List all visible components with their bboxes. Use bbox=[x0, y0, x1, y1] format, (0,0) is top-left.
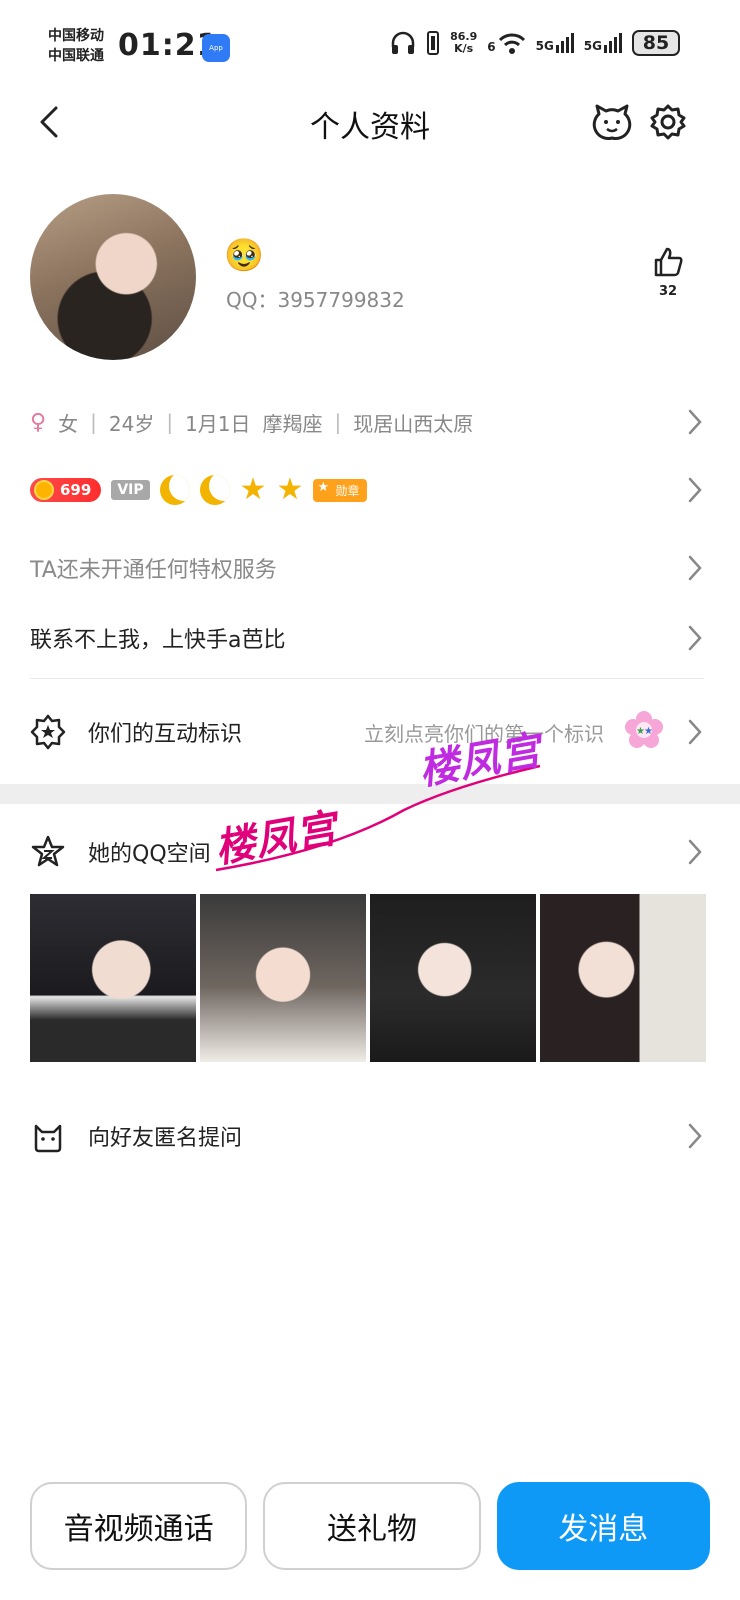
chevron-right-icon bbox=[688, 719, 702, 745]
carrier-names: 中国移动 中国联通 bbox=[48, 26, 104, 66]
anonymous-question-label: 向好友匿名提问 bbox=[88, 1126, 243, 1151]
age: 24岁 bbox=[108, 411, 155, 436]
birthday: 1月1日 bbox=[185, 411, 251, 436]
vip-badge: VIP bbox=[111, 480, 150, 500]
vibrate-icon bbox=[427, 31, 440, 55]
chevron-right-icon bbox=[688, 839, 702, 865]
nav-bar: 个人资料 bbox=[0, 88, 740, 158]
qq-label: QQ： bbox=[226, 288, 278, 312]
zodiac: 摩羯座 bbox=[262, 411, 323, 436]
medal-badge: 勋章 bbox=[313, 478, 368, 502]
gift-button[interactable]: 送礼物 bbox=[263, 1482, 481, 1570]
moon-icon bbox=[159, 475, 190, 505]
like-count: 32 bbox=[658, 284, 678, 299]
level-value: 699 bbox=[60, 481, 92, 499]
wifi-indicator: 6 bbox=[487, 32, 525, 54]
headphones-icon bbox=[391, 31, 415, 54]
signature-row[interactable]: 联系不上我，上快手a芭比 bbox=[30, 616, 704, 660]
interaction-row[interactable]: 你们的互动标识 立刻点亮你们的第一个标识 ★ ★ bbox=[30, 708, 704, 756]
qzone-photo-grid bbox=[30, 894, 706, 1062]
female-icon: ♀ bbox=[30, 409, 47, 435]
signal-2: 5G bbox=[584, 33, 622, 53]
badge-star-icon bbox=[30, 714, 66, 750]
like-button[interactable]: 32 bbox=[646, 246, 690, 299]
privilege-row[interactable]: TA还未开通任何特权服务 bbox=[30, 546, 704, 590]
star-icon: ★ bbox=[239, 472, 267, 507]
thumbs-up-icon bbox=[654, 247, 683, 277]
qzone-star-icon bbox=[31, 835, 65, 867]
gear-icon[interactable] bbox=[648, 102, 688, 142]
chevron-right-icon bbox=[688, 409, 702, 435]
carrier-1: 中国移动 bbox=[48, 28, 104, 44]
cat-face-icon bbox=[34, 1124, 62, 1153]
signal-bars-icon bbox=[604, 33, 622, 53]
sun-coin-icon bbox=[34, 480, 54, 500]
divider bbox=[30, 678, 704, 679]
pet-face-icon[interactable] bbox=[592, 102, 632, 142]
battery-indicator: 85 bbox=[632, 30, 680, 56]
badges: 699 VIP ★ ★ 勋章 bbox=[30, 472, 368, 507]
level-badge: 699 bbox=[30, 478, 102, 502]
send-message-button[interactable]: 发消息 bbox=[496, 1482, 710, 1570]
qq-number-line: QQ：3957799832 bbox=[226, 284, 405, 313]
wifi-icon bbox=[498, 33, 525, 54]
status-emoji: 🥹 bbox=[224, 236, 264, 274]
status-bar: 中国移动 中国联通 01:21 App Market 86.9 K/s 6 5G… bbox=[0, 0, 740, 90]
flower-icon: ★ ★ bbox=[625, 711, 663, 748]
signal-1-label: 5G bbox=[535, 39, 554, 53]
chevron-right-icon bbox=[688, 477, 702, 503]
avatar[interactable] bbox=[30, 194, 196, 360]
badges-row[interactable]: 699 VIP ★ ★ 勋章 bbox=[30, 468, 704, 512]
app-market-icon: App Market bbox=[202, 34, 230, 80]
separator: | bbox=[166, 410, 174, 434]
location: 现居山西太原 bbox=[353, 411, 474, 436]
status-indicators: 86.9 K/s 6 5G 5G 85 bbox=[390, 30, 680, 56]
signal-2-label: 5G bbox=[583, 39, 602, 53]
net-speed-unit: K/s bbox=[454, 42, 474, 55]
qq-number: 3957799832 bbox=[277, 288, 405, 312]
separator: | bbox=[90, 410, 97, 434]
basic-info-row[interactable]: ♀ 女 | 24岁 | 1月1日 摩羯座 | 现居山西太原 bbox=[30, 400, 704, 444]
carrier-2: 中国联通 bbox=[48, 48, 104, 64]
chevron-right-icon bbox=[688, 1123, 702, 1149]
chevron-right-icon bbox=[688, 555, 702, 581]
qzone-label: 她的QQ空间 bbox=[88, 842, 211, 867]
privilege-text: TA还未开通任何特权服务 bbox=[30, 558, 277, 583]
wifi-label: 6 bbox=[487, 40, 496, 54]
net-speed: 86.9 K/s bbox=[450, 31, 477, 55]
call-button[interactable]: 音视频通话 bbox=[30, 1482, 248, 1570]
chevron-right-icon bbox=[688, 625, 702, 651]
qzone-row[interactable]: 她的QQ空间 bbox=[30, 828, 704, 876]
qzone-photo[interactable] bbox=[370, 894, 536, 1062]
qzone-photo[interactable] bbox=[200, 894, 366, 1062]
signal-1: 5G bbox=[536, 33, 574, 53]
gender: 女 bbox=[58, 411, 79, 436]
qzone-photo[interactable] bbox=[30, 894, 196, 1062]
star-icon: ★ bbox=[276, 472, 304, 507]
separator: | bbox=[334, 410, 342, 434]
interaction-label: 你们的互动标识 bbox=[88, 722, 243, 747]
qzone-photo[interactable] bbox=[540, 894, 706, 1062]
signal-bars-icon bbox=[555, 33, 574, 53]
svg-text:★: ★ bbox=[644, 726, 653, 737]
anonymous-question-row[interactable]: 向好友匿名提问 bbox=[30, 1112, 704, 1160]
basic-info: ♀ 女 | 24岁 | 1月1日 摩羯座 | 现居山西太原 bbox=[30, 408, 473, 437]
section-gap bbox=[0, 784, 740, 804]
action-bar: 音视频通话 送礼物 发消息 bbox=[30, 1482, 710, 1570]
moon-icon bbox=[199, 475, 230, 505]
signature-text: 联系不上我，上快手a芭比 bbox=[30, 628, 286, 653]
